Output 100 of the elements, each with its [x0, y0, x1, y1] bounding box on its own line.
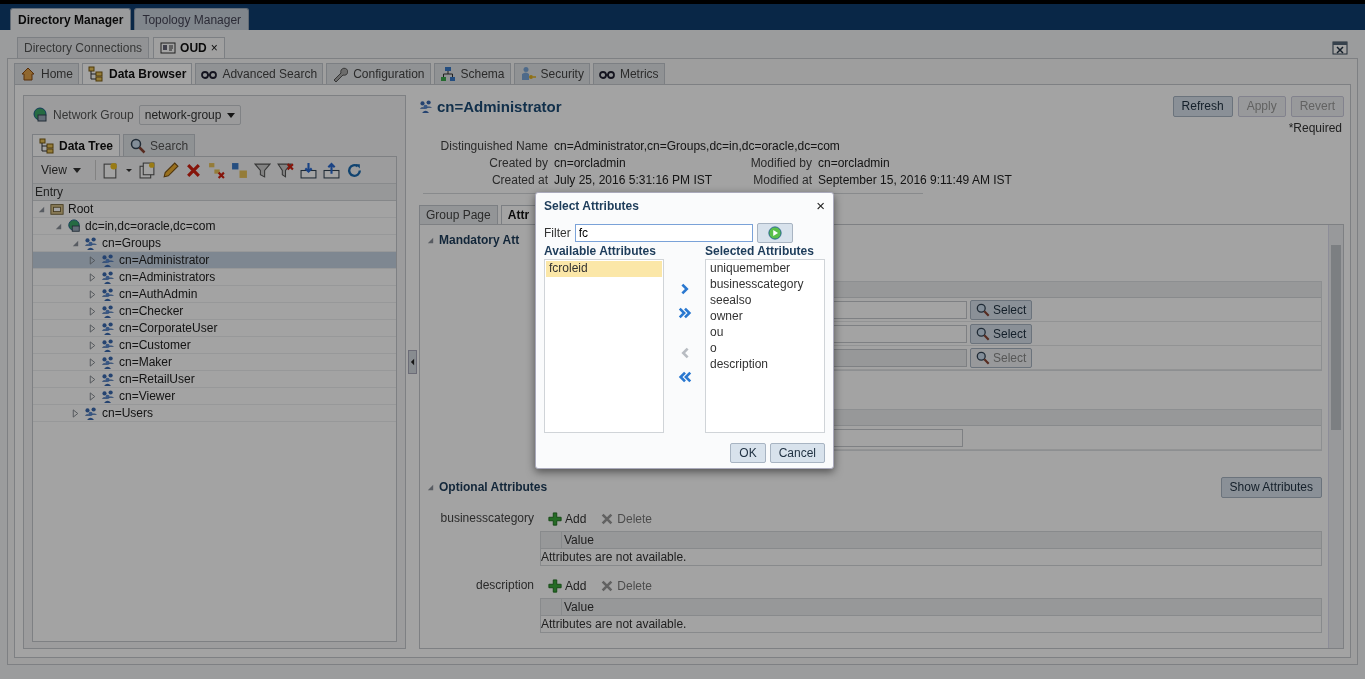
field-label: Distinguished Name — [439, 139, 548, 153]
tree-item[interactable]: cn=Checker — [33, 303, 396, 320]
detail-tab[interactable]: Attr — [500, 205, 537, 224]
tree-item[interactable]: dc=in,dc=oracle,dc=com — [33, 218, 396, 235]
close-icon[interactable]: × — [210, 41, 218, 55]
dialog-button[interactable]: OK — [730, 443, 766, 463]
tab-label: Search — [150, 138, 189, 153]
caret-icon — [227, 111, 236, 119]
tree-icon — [88, 66, 104, 82]
nav-tab[interactable]: Schema — [433, 63, 511, 84]
nav-tab[interactable]: Security — [513, 63, 590, 84]
expand-icon[interactable] — [88, 272, 97, 282]
column-header: Value — [564, 533, 594, 547]
collapse-handle[interactable] — [408, 350, 417, 374]
list-item[interactable]: seealso — [707, 293, 823, 309]
tree-item[interactable]: Root — [33, 201, 396, 218]
group-icon — [101, 355, 115, 369]
tree-item[interactable]: cn=Viewer — [33, 388, 396, 405]
window-close-icon[interactable] — [1332, 40, 1348, 56]
show-attributes-button[interactable]: Show Attributes — [1220, 476, 1322, 498]
tree-item[interactable]: cn=AuthAdmin — [33, 286, 396, 303]
clear-filter-icon[interactable] — [276, 161, 294, 179]
nav-tab[interactable]: Configuration — [326, 63, 431, 84]
filter-icon[interactable] — [253, 161, 271, 179]
dialog-button[interactable]: Cancel — [769, 443, 825, 463]
field-value: cn=orcladmin — [818, 156, 891, 170]
list-item[interactable]: businesscategory — [707, 277, 823, 293]
collapse-icon[interactable] — [426, 235, 435, 245]
delete-icon[interactable] — [184, 161, 202, 179]
scrollbar[interactable] — [1328, 225, 1343, 648]
expand-icon[interactable] — [88, 340, 97, 350]
panel-tab[interactable]: Data Tree — [32, 134, 121, 156]
tab-label: Data Browser — [109, 67, 187, 81]
wrench-icon — [332, 66, 349, 82]
delete-icon — [600, 579, 615, 593]
search-icon — [976, 326, 990, 341]
panel-tab[interactable]: Search — [123, 134, 196, 156]
network-group-dropdown[interactable]: network-group — [138, 105, 242, 125]
list-item[interactable]: ou — [707, 325, 823, 341]
group-icon — [101, 338, 115, 352]
app-tab[interactable]: Directory Manager — [10, 8, 132, 30]
copy-entry-icon[interactable] — [138, 161, 156, 179]
tree-item[interactable]: cn=Administrators — [33, 269, 396, 286]
connection-tab[interactable]: OUD × — [153, 37, 225, 58]
import-icon[interactable] — [299, 161, 317, 179]
close-button[interactable]: × — [816, 197, 825, 214]
field-label: Modified at — [752, 173, 812, 187]
group-icon — [419, 99, 433, 113]
expand-icon[interactable] — [71, 408, 80, 418]
pencil-icon[interactable] — [161, 161, 179, 179]
tree-item[interactable]: cn=Administrator — [33, 252, 396, 269]
expand-icon[interactable] — [88, 391, 97, 401]
select-button[interactable]: Select — [970, 323, 1033, 344]
tree-item[interactable]: cn=Maker — [33, 354, 396, 371]
tab-label: Directory Connections — [24, 41, 143, 55]
new-entry-icon[interactable] — [101, 161, 119, 179]
add-button[interactable]: Add — [548, 579, 587, 593]
tree-item[interactable]: cn=RetailUser — [33, 371, 396, 388]
nav-tab[interactable]: Data Browser — [82, 63, 193, 84]
action-button[interactable]: Refresh — [1172, 95, 1233, 117]
tree-item[interactable]: cn=Customer — [33, 337, 396, 354]
add-button[interactable]: Add — [548, 512, 587, 526]
collapse-icon[interactable] — [37, 204, 46, 214]
select-button[interactable]: Select — [970, 299, 1033, 320]
collapse-icon[interactable] — [426, 482, 435, 492]
list-item[interactable]: o — [707, 341, 823, 357]
expand-icon[interactable] — [88, 357, 97, 367]
expand-icon[interactable] — [88, 374, 97, 384]
double-chevron-left-icon[interactable] — [677, 370, 692, 384]
export-icon[interactable] — [322, 161, 340, 179]
filter-field[interactable]: fc — [574, 224, 753, 242]
plus-icon — [548, 579, 562, 593]
tab-label: Metrics — [619, 67, 659, 81]
tree-item[interactable]: cn=CorporateUser — [33, 320, 396, 337]
collapse-icon[interactable] — [71, 238, 80, 248]
delete-tree-icon[interactable] — [207, 161, 225, 179]
refresh-icon[interactable] — [345, 161, 363, 179]
nav-tab[interactable]: Advanced Search — [195, 63, 324, 84]
nav-tab[interactable]: Metrics — [592, 63, 665, 84]
collapse-icon[interactable] — [54, 221, 63, 231]
view-menu[interactable]: View — [41, 163, 89, 177]
attribute-name: description — [474, 577, 535, 594]
go-button[interactable] — [756, 223, 793, 243]
expand-icon[interactable] — [88, 255, 97, 265]
expand-icon[interactable] — [88, 306, 97, 316]
tree-item[interactable]: cn=Users — [33, 405, 396, 422]
detail-tab[interactable]: Group Page — [419, 205, 498, 224]
list-item[interactable]: uniquemember — [707, 261, 823, 277]
double-chevron-right-icon[interactable] — [677, 306, 692, 320]
list-item[interactable]: owner — [707, 309, 823, 325]
connection-tab[interactable]: Directory Connections — [17, 37, 150, 58]
list-item[interactable]: fcroleid — [546, 261, 662, 277]
list-item[interactable]: description — [707, 357, 823, 373]
search-icon — [976, 350, 990, 365]
field-label: Modified by — [749, 156, 812, 170]
nav-tab[interactable]: Home — [14, 63, 79, 84]
expand-icon[interactable] — [88, 289, 97, 299]
expand-icon[interactable] — [88, 323, 97, 333]
app-tab[interactable]: Topology Manager — [134, 8, 250, 30]
tab-label: Home — [41, 67, 73, 81]
